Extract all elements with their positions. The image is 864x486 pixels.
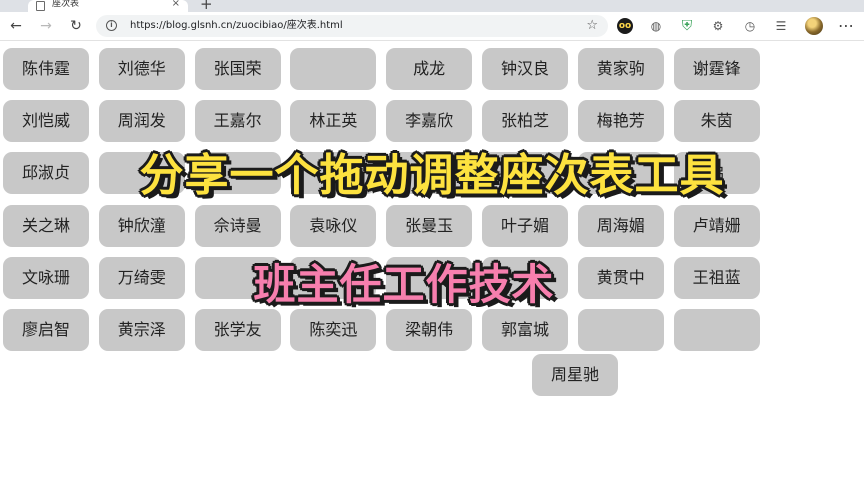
seat[interactable]: 朱茵 [673,100,760,143]
seat[interactable]: 陈奕迅 [290,309,377,351]
seat[interactable]: 梁朝伟 [386,309,473,351]
extension-game-icon[interactable]: ◍ [648,18,664,34]
seat[interactable]: 叶子媚 [482,204,568,247]
browser-tab[interactable]: 座次表 × [28,0,188,12]
empty-seat[interactable] [673,309,760,351]
dragged-seat[interactable]: 周星驰 [532,354,618,396]
seat[interactable]: 钟欣潼 [98,204,185,247]
tab-title: 座次表 [52,0,80,9]
info-icon[interactable]: i [106,20,117,31]
seat[interactable]: 梅艳芳 [577,100,664,143]
address-bar[interactable]: i https://blog.glsnh.cn/zuocibiao/座次表.ht… [96,15,608,37]
extensions-icon[interactable]: ⚙ [710,18,726,34]
seat[interactable]: 王嘉尔 [194,100,281,143]
empty-seat[interactable] [290,48,377,90]
seat[interactable]: 刘恺威 [3,100,89,143]
tab-strip: 座次表 × + [0,0,864,12]
seat[interactable]: 钟汉良 [482,48,568,90]
url-text[interactable]: https://blog.glsnh.cn/zuocibiao/座次表.html [130,15,343,37]
seat[interactable]: 陈伟霆 [3,48,89,90]
seat[interactable]: 关之琳 [3,204,89,247]
seat[interactable]: 周海媚 [577,204,664,247]
new-tab-button[interactable]: + [200,0,213,12]
seat[interactable]: 张柏芝 [482,100,568,143]
overlay-title: 分享一个拖动调整座次表工具 [139,150,725,201]
seat[interactable]: 王祖蓝 [673,256,760,299]
page-icon [36,1,45,11]
back-icon[interactable]: ← [6,16,26,36]
seat[interactable]: 林正英 [290,100,377,143]
seat[interactable]: 张学友 [194,309,281,351]
seat[interactable]: 张国荣 [194,48,281,90]
seat[interactable]: 黄家驹 [577,48,664,90]
forward-icon[interactable]: → [36,16,56,36]
extension-eye-icon[interactable]: oo [617,18,633,34]
seat[interactable]: 郭富城 [482,309,568,351]
favorites-bar-icon[interactable]: ☰ [773,18,789,34]
seat[interactable]: 万绮雯 [98,256,185,299]
seat[interactable]: 卢靖姗 [673,204,760,247]
empty-seat[interactable] [577,309,664,351]
seat[interactable]: 周润发 [98,100,185,143]
seat[interactable]: 袁咏仪 [290,204,377,247]
seat[interactable]: 黄宗泽 [98,309,185,351]
seat[interactable]: 文咏珊 [3,256,89,299]
profile-avatar[interactable] [805,17,823,35]
history-icon[interactable]: ◷ [742,18,758,34]
extension-shield-icon[interactable]: ⛨ [679,18,695,34]
favorite-icon[interactable]: ☆ [586,18,598,34]
tab-close-icon[interactable]: × [172,0,180,10]
seat[interactable]: 李嘉欣 [386,100,473,143]
reload-icon[interactable]: ↻ [66,16,86,36]
menu-icon[interactable]: ⋯ [838,16,854,36]
overlay-subtitle: 班主任工作技术 [253,260,555,309]
seat[interactable]: 刘德华 [98,48,185,90]
seat[interactable]: 廖启智 [3,309,89,351]
seat[interactable]: 谢霆锋 [673,48,760,90]
browser-toolbar: ← → ↻ i https://blog.glsnh.cn/zuocibiao/… [0,12,864,41]
seat[interactable]: 佘诗曼 [194,204,281,247]
seat[interactable]: 张曼玉 [386,204,473,247]
seat[interactable]: 成龙 [386,48,473,90]
